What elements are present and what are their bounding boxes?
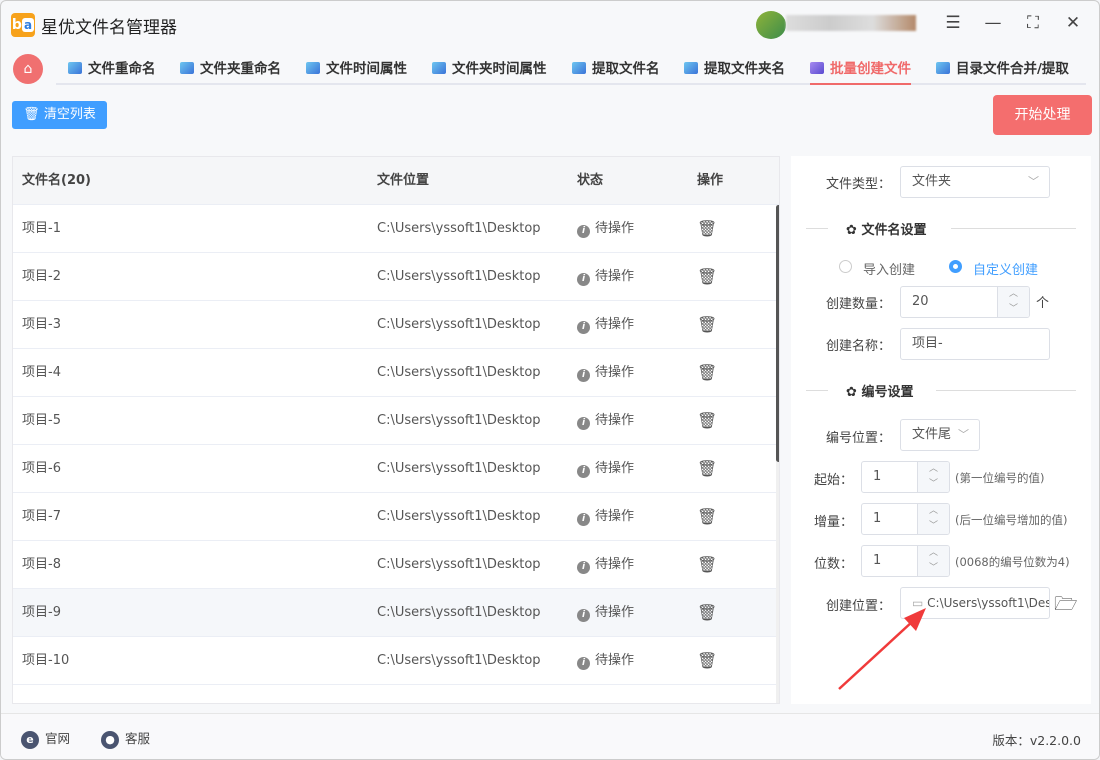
support-link[interactable]: ● 客服	[101, 728, 150, 749]
chat-icon: ●	[101, 731, 119, 749]
app-window: ba 星优文件名管理器 ☰ — ⛶ ✕ ⌂ 文件重命名 文件夹重命名 文件时间属…	[0, 0, 1100, 760]
footer: e 官网 ● 客服 版本：v2.2.0.0	[1, 713, 1099, 759]
website-label: 官网	[45, 731, 71, 746]
browser-icon: e	[21, 731, 39, 749]
annotation-arrow	[838, 608, 926, 690]
support-label: 客服	[125, 731, 151, 746]
version-text: 版本：v2.2.0.0	[992, 733, 1081, 748]
website-link[interactable]: e 官网	[21, 728, 70, 749]
